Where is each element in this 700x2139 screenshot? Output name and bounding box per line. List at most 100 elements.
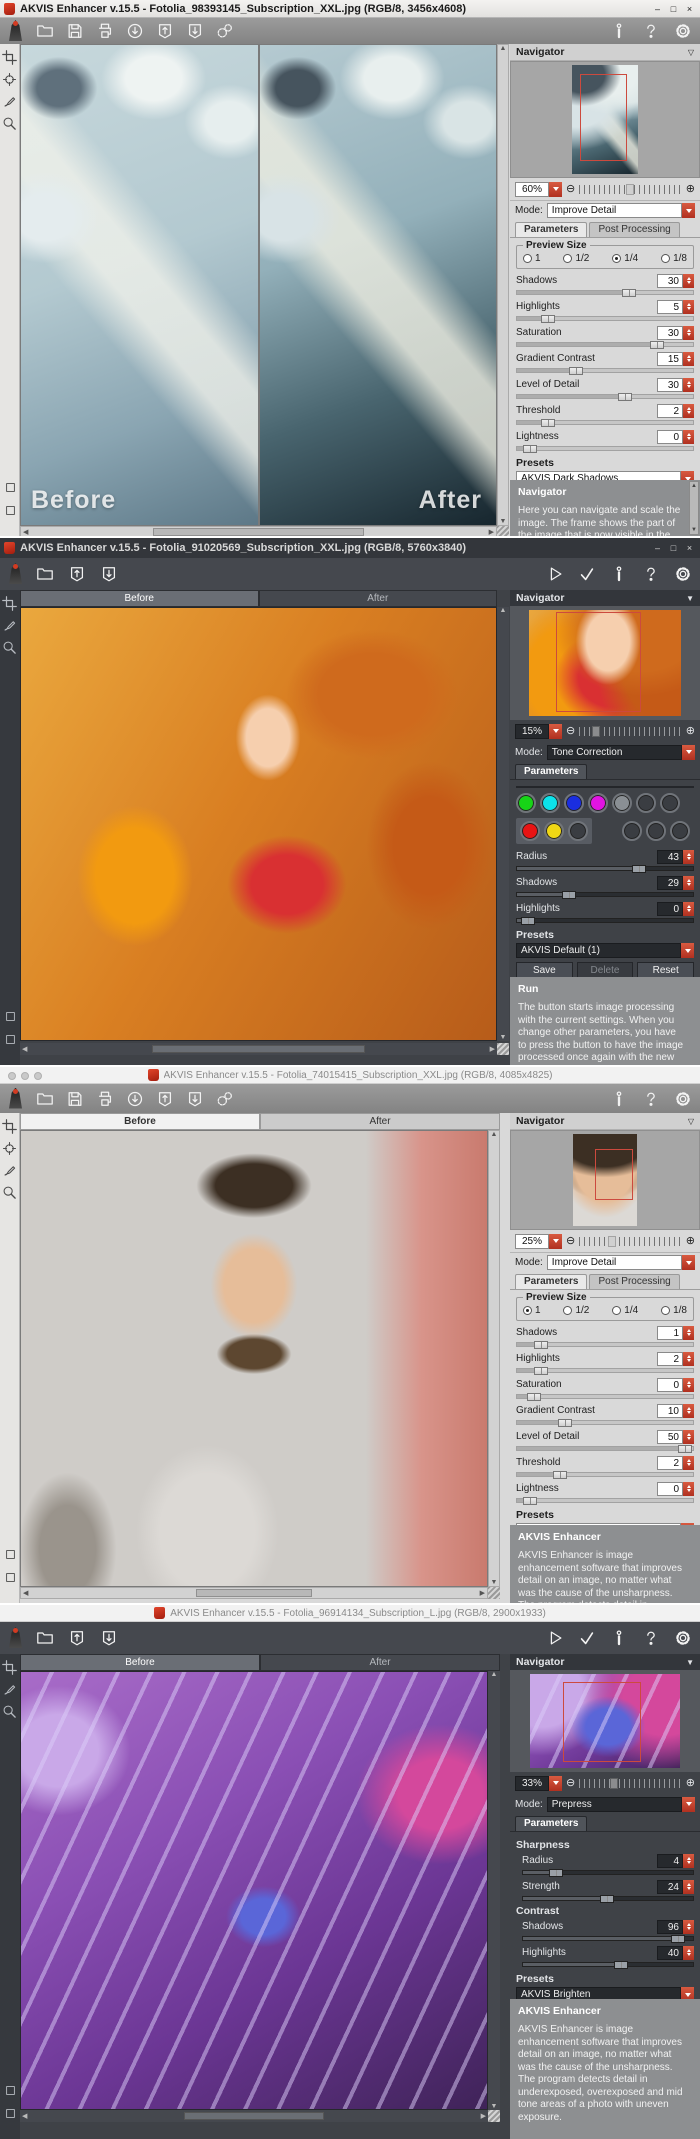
collapse-icon[interactable]: ▽ xyxy=(688,1117,694,1126)
spinner-arrows-icon[interactable] xyxy=(683,1456,694,1470)
param-slider[interactable] xyxy=(516,892,694,897)
resize-grip[interactable] xyxy=(497,526,509,538)
share-icon[interactable] xyxy=(124,21,146,41)
zoom-slider[interactable] xyxy=(579,185,682,194)
param-slider[interactable] xyxy=(516,1394,694,1399)
horizontal-scrollbar[interactable]: ◀▶ xyxy=(20,1587,488,1599)
param-spinner[interactable]: 29 xyxy=(657,876,694,890)
navigator-thumbnail[interactable] xyxy=(529,610,681,716)
export-icon[interactable] xyxy=(98,564,120,584)
param-slider[interactable] xyxy=(516,342,694,347)
maximize-button[interactable] xyxy=(34,1072,42,1080)
color-circle[interactable] xyxy=(540,793,560,813)
help-icon[interactable] xyxy=(640,564,662,584)
zoom-dropdown-icon[interactable] xyxy=(549,1234,562,1249)
zoom-in-icon[interactable]: ⊕ xyxy=(686,184,695,195)
zoom-icon[interactable] xyxy=(2,1185,18,1201)
color-circle[interactable] xyxy=(520,821,540,841)
param-slider[interactable] xyxy=(516,1368,694,1373)
apply-icon[interactable] xyxy=(576,564,598,584)
spinner-arrows-icon[interactable] xyxy=(683,1378,694,1392)
settings-icon[interactable] xyxy=(672,564,694,584)
panel-toggle-icon[interactable] xyxy=(4,504,17,522)
zoom-slider[interactable] xyxy=(579,727,682,736)
param-slider[interactable] xyxy=(516,1498,694,1503)
color-circle[interactable] xyxy=(564,793,584,813)
print-icon[interactable] xyxy=(94,21,116,41)
title-bar[interactable]: AKVIS Enhancer v.15.5 - Fotolia_91020569… xyxy=(0,538,700,558)
settings-icon[interactable] xyxy=(672,1089,694,1109)
param-spinner[interactable]: 96 xyxy=(657,1920,694,1934)
param-spinner[interactable]: 24 xyxy=(657,1880,694,1894)
image-view[interactable] xyxy=(20,1671,488,2110)
hint-scrollbar[interactable]: ▲▼ xyxy=(689,481,699,535)
preview-size-option-1[interactable]: 1 xyxy=(523,1305,541,1316)
spinner-arrows-icon[interactable] xyxy=(683,326,694,340)
minimize-button[interactable]: – xyxy=(651,3,664,15)
param-slider[interactable] xyxy=(516,290,694,295)
zoom-value[interactable]: 60% xyxy=(515,182,549,197)
close-button[interactable]: × xyxy=(683,3,696,15)
export-icon[interactable] xyxy=(184,1089,206,1109)
panel-toggle-icon[interactable] xyxy=(4,2084,17,2102)
close-button[interactable]: × xyxy=(683,542,696,554)
zoom-value[interactable]: 25% xyxy=(515,1234,549,1249)
run-icon[interactable] xyxy=(544,1628,566,1648)
zoom-dropdown-icon[interactable] xyxy=(549,182,562,197)
param-spinner[interactable]: 2 xyxy=(657,1352,694,1366)
target-icon[interactable] xyxy=(2,1141,18,1157)
zoom-value[interactable]: 15% xyxy=(515,724,549,739)
after-image[interactable]: After xyxy=(259,44,497,526)
param-slider[interactable] xyxy=(522,1936,694,1941)
import-icon[interactable] xyxy=(66,564,88,584)
param-slider[interactable] xyxy=(516,1420,694,1425)
brush-icon[interactable] xyxy=(2,618,18,634)
panel-toggle-icon[interactable] xyxy=(4,1010,17,1028)
navigator-frame[interactable] xyxy=(580,74,628,161)
maximize-button[interactable]: □ xyxy=(667,3,680,15)
param-spinner[interactable]: 1 xyxy=(657,1326,694,1340)
share-icon[interactable] xyxy=(124,1089,146,1109)
param-spinner[interactable]: 43 xyxy=(657,850,694,864)
spinner-arrows-icon[interactable] xyxy=(683,902,694,916)
spinner-arrows-icon[interactable] xyxy=(683,1946,694,1960)
navigator-header[interactable]: Navigator ▼ xyxy=(510,1654,700,1670)
param-spinner[interactable]: 0 xyxy=(657,1482,694,1496)
minimize-button[interactable] xyxy=(21,1072,29,1080)
batch-icon[interactable] xyxy=(214,1089,236,1109)
horizontal-scrollbar[interactable]: ◀▶ xyxy=(20,526,497,538)
tab-before[interactable]: Before xyxy=(20,590,259,607)
crop-icon[interactable] xyxy=(2,596,18,612)
import-icon[interactable] xyxy=(154,21,176,41)
apply-icon[interactable] xyxy=(576,1628,598,1648)
brush-icon[interactable] xyxy=(2,1682,18,1698)
navigator-thumbnail[interactable] xyxy=(573,1134,637,1226)
preview-size-option-1[interactable]: 1 xyxy=(523,253,541,264)
vertical-scrollbar[interactable]: ▲▼ xyxy=(488,1130,500,1587)
title-bar[interactable]: AKVIS Enhancer v.15.5 - Fotolia_74015415… xyxy=(0,1067,700,1084)
settings-icon[interactable] xyxy=(672,21,694,41)
zoom-in-icon[interactable]: ⊕ xyxy=(686,726,695,737)
reset-button[interactable]: Reset xyxy=(637,962,694,977)
spinner-arrows-icon[interactable] xyxy=(683,1880,694,1894)
info-icon[interactable] xyxy=(608,1628,630,1648)
color-circle-empty[interactable] xyxy=(622,821,642,841)
tab-after[interactable]: After xyxy=(260,1113,500,1130)
color-circle[interactable] xyxy=(612,793,632,813)
navigator-frame[interactable] xyxy=(556,612,641,712)
param-spinner[interactable]: 0 xyxy=(657,430,694,444)
param-slider[interactable] xyxy=(522,1870,694,1875)
import-icon[interactable] xyxy=(66,1628,88,1648)
spinner-arrows-icon[interactable] xyxy=(683,300,694,314)
zoom-icon[interactable] xyxy=(2,1704,18,1720)
color-circle-empty[interactable] xyxy=(636,793,656,813)
title-bar[interactable]: AKVIS Enhancer v.15.5 - Fotolia_96914134… xyxy=(0,1605,700,1622)
color-circle[interactable] xyxy=(544,821,564,841)
resize-grip[interactable] xyxy=(497,1043,509,1055)
param-slider[interactable] xyxy=(516,1342,694,1347)
param-spinner[interactable]: 5 xyxy=(657,300,694,314)
panel-toggle-icon[interactable] xyxy=(4,1548,17,1566)
param-slider[interactable] xyxy=(516,1472,694,1477)
save-button[interactable]: Save xyxy=(516,962,573,977)
color-circle-empty[interactable] xyxy=(670,821,690,841)
